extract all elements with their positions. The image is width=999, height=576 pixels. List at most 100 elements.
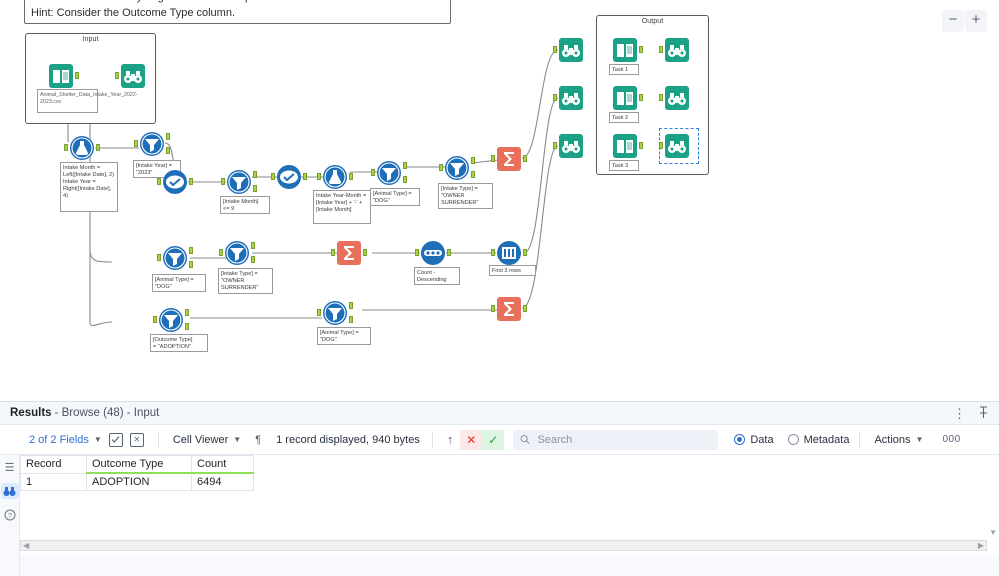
cell-viewer-selector[interactable]: Cell Viewer ▼ <box>166 425 248 455</box>
output-port[interactable] <box>363 249 367 256</box>
output-port-false[interactable] <box>185 323 189 330</box>
output-port-false[interactable] <box>251 256 255 263</box>
zoom-in-button[interactable]: + <box>965 10 987 32</box>
kebab-menu-icon[interactable]: ⋮ <box>953 407 966 420</box>
output-port-true[interactable] <box>471 157 475 164</box>
tool-sample-first3[interactable] <box>491 240 527 266</box>
input-port[interactable] <box>491 249 495 256</box>
input-port[interactable] <box>271 173 275 180</box>
column-header-outcome-type[interactable]: Outcome Type <box>86 455 192 474</box>
output-port[interactable] <box>96 144 100 151</box>
tool-summarize-2[interactable] <box>331 240 367 266</box>
tool-select-1[interactable] <box>157 169 193 195</box>
pin-icon[interactable] <box>978 405 989 421</box>
tool-summarize-1[interactable] <box>491 146 527 172</box>
fields-selector[interactable]: 2 of 2 Fields ▼ <box>22 425 109 455</box>
tool-filter-intake-year[interactable] <box>134 131 170 157</box>
tool-summarize-3[interactable] <box>491 296 527 322</box>
tool-sort-count-desc[interactable] <box>415 240 451 266</box>
scroll-left-arrow[interactable]: ◀ <box>23 541 29 550</box>
tool-filter-animal-dog-1[interactable] <box>371 160 407 186</box>
output-port-true[interactable] <box>349 302 353 309</box>
radio-metadata[interactable]: Metadata <box>787 434 849 446</box>
tool-output-task-1[interactable] <box>612 37 643 63</box>
table-row[interactable]: 1 ADOPTION 6494 <box>20 472 254 491</box>
tool-output-task-2[interactable] <box>612 85 643 111</box>
radio-data[interactable]: Data <box>734 434 774 446</box>
input-port[interactable] <box>219 249 223 256</box>
output-port-false[interactable] <box>471 171 475 178</box>
tool-browse-task-1[interactable] <box>659 37 690 63</box>
tool-filter-outcome-adoption[interactable] <box>153 307 189 333</box>
tool-browse-task-2[interactable] <box>659 85 690 111</box>
output-port[interactable] <box>523 305 527 312</box>
tool-formula-year-month[interactable] <box>317 164 353 190</box>
pilcrow-button[interactable]: ¶ <box>248 425 268 455</box>
output-port-false[interactable] <box>253 185 257 192</box>
actions-menu[interactable]: Actions ▼ <box>867 425 930 455</box>
select-all-fields-button[interactable] <box>108 432 123 447</box>
output-port-true[interactable] <box>166 133 170 140</box>
tool-filter-animal-dog-2[interactable] <box>157 245 193 271</box>
tool-browse-pre-1[interactable] <box>553 37 584 63</box>
output-port-false[interactable] <box>403 176 407 183</box>
output-port[interactable] <box>639 142 643 149</box>
vertical-scroll-indicator[interactable]: ▼ <box>989 528 997 537</box>
tool-select-2[interactable] <box>271 164 307 190</box>
input-port[interactable] <box>64 144 68 151</box>
binoculars-icon[interactable] <box>0 483 19 499</box>
output-port-true[interactable] <box>253 171 257 178</box>
reject-records-button[interactable]: ✕ <box>460 429 483 450</box>
search-input[interactable] <box>535 432 712 447</box>
input-port[interactable] <box>221 178 225 185</box>
input-port[interactable] <box>553 46 557 53</box>
column-header-count[interactable]: Count <box>191 455 254 474</box>
input-port[interactable] <box>553 94 557 101</box>
output-port-true[interactable] <box>403 162 407 169</box>
tool-output-task-3[interactable] <box>612 133 643 159</box>
input-port[interactable] <box>317 173 321 180</box>
tool-input-data[interactable] <box>48 63 79 89</box>
tool-browse-input[interactable] <box>115 63 146 89</box>
horizontal-scrollbar[interactable]: ◀ ▶ <box>20 540 987 551</box>
input-port[interactable] <box>659 46 663 53</box>
input-port[interactable] <box>659 94 663 101</box>
help-circle-icon[interactable]: ? <box>1 507 19 523</box>
view-mode-radios[interactable]: Data Metadata <box>734 434 849 446</box>
input-port[interactable] <box>415 249 419 256</box>
output-port[interactable] <box>523 155 527 162</box>
input-port[interactable] <box>491 305 495 312</box>
output-port[interactable] <box>447 249 451 256</box>
output-port[interactable] <box>189 178 193 185</box>
deselect-all-fields-button[interactable]: ✕ <box>129 432 144 447</box>
zoom-controls[interactable]: − + <box>942 10 987 32</box>
tool-filter-intake-type-owner-2[interactable] <box>219 240 255 266</box>
input-port[interactable] <box>134 140 138 147</box>
tool-browse-pre-2[interactable] <box>553 85 584 111</box>
output-port-false[interactable] <box>349 316 353 323</box>
input-port[interactable] <box>157 254 161 261</box>
output-port[interactable] <box>349 173 353 180</box>
scroll-top-button[interactable]: ↑ <box>440 425 461 455</box>
search-box[interactable] <box>513 429 719 450</box>
output-port[interactable] <box>303 173 307 180</box>
input-port[interactable] <box>157 178 161 185</box>
results-toolbar[interactable]: 2 of 2 Fields ▼ ✕ Cell Viewer ▼ ¶ 1 reco… <box>0 425 999 455</box>
output-port-true[interactable] <box>185 309 189 316</box>
output-port-false[interactable] <box>189 261 193 268</box>
output-port[interactable] <box>75 72 79 79</box>
input-port[interactable] <box>491 155 495 162</box>
input-port[interactable] <box>553 142 557 149</box>
output-port[interactable] <box>639 46 643 53</box>
tool-browse-pre-3[interactable] <box>553 133 584 159</box>
results-side-rail[interactable]: ☰ ? <box>0 455 20 576</box>
input-port[interactable] <box>317 309 321 316</box>
list-icon[interactable]: ☰ <box>1 459 19 475</box>
results-table[interactable]: Record Outcome Type Count 1 ADOPTION 649… <box>20 455 254 491</box>
column-header-record[interactable]: Record <box>20 455 87 474</box>
accept-records-button[interactable]: ✓ <box>482 429 505 450</box>
zoom-out-button[interactable]: − <box>942 10 964 32</box>
tool-filter-intake-month[interactable] <box>221 169 257 195</box>
scroll-right-arrow[interactable]: ▶ <box>978 541 984 550</box>
output-port-true[interactable] <box>189 247 193 254</box>
